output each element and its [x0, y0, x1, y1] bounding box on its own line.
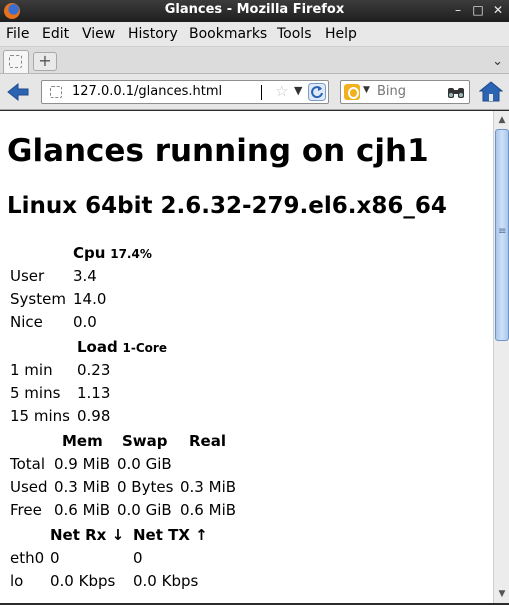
- navigation-toolbar: ☆ ▼ ▼: [0, 74, 509, 110]
- cpu-title: Cpu: [73, 244, 106, 262]
- url-input[interactable]: [72, 84, 272, 99]
- load-title: Load: [77, 338, 118, 356]
- engine-dropdown-icon[interactable]: ▼: [363, 85, 370, 95]
- real-header: Real: [189, 432, 226, 450]
- cpu-label-system: System: [10, 290, 66, 308]
- net-label-eth0: eth0: [10, 549, 45, 567]
- cpu-header: Cpu 17.4%: [73, 244, 152, 262]
- minimize-button[interactable]: –: [449, 1, 467, 19]
- mem-label-used: Used: [10, 478, 48, 496]
- net-tx-eth0: 0: [133, 549, 143, 567]
- swap-total: 0.0 GiB: [117, 455, 172, 473]
- menu-view[interactable]: View: [82, 26, 115, 42]
- tab-strip: + ⌄: [0, 47, 509, 74]
- search-bar[interactable]: ▼: [340, 80, 470, 104]
- load-header: Load 1-Core: [77, 338, 167, 356]
- scroll-down-icon[interactable]: ▼: [495, 587, 509, 601]
- swap-free: 0.0 GiB: [117, 501, 172, 519]
- load-value-5min: 1.13: [77, 384, 111, 402]
- binoculars-search-icon[interactable]: [447, 84, 465, 100]
- new-tab-button[interactable]: +: [33, 52, 57, 71]
- mem-free: 0.6 MiB: [54, 501, 111, 519]
- list-all-tabs-icon[interactable]: ⌄: [492, 54, 503, 69]
- menu-bookmarks[interactable]: Bookmarks: [189, 26, 267, 42]
- mem-label-total: Total: [10, 455, 46, 473]
- mem-header: Mem: [62, 432, 103, 450]
- mem-total: 0.9 MiB: [54, 455, 111, 473]
- tab-glances[interactable]: [3, 50, 29, 73]
- net-rx-eth0: 0: [50, 549, 60, 567]
- url-bar[interactable]: ☆ ▼: [41, 80, 329, 104]
- window-title: Glances - Mozilla Firefox: [164, 2, 345, 17]
- swap-used: 0 Bytes: [117, 478, 174, 496]
- window-titlebar: Glances - Mozilla Firefox – □ ✕: [0, 0, 509, 22]
- system-info: Linux 64bit 2.6.32-279.el6.x86_64: [7, 193, 447, 219]
- mem-used: 0.3 MiB: [54, 478, 111, 496]
- reload-icon[interactable]: [308, 83, 326, 101]
- load-cores: 1-Core: [122, 341, 167, 355]
- net-rx-header: Net Rx ↓: [50, 526, 125, 544]
- cpu-total: 17.4%: [110, 247, 152, 261]
- net-tx-header: Net TX ↑: [133, 526, 208, 544]
- scroll-up-icon[interactable]: ▲: [495, 113, 509, 127]
- swap-header: Swap: [122, 432, 168, 450]
- menu-bar: File Edit View History Bookmarks Tools H…: [0, 22, 509, 47]
- menu-tools[interactable]: Tools: [277, 26, 312, 42]
- text-caret: [261, 85, 262, 100]
- menu-help[interactable]: Help: [325, 26, 357, 42]
- close-button[interactable]: ✕: [489, 1, 507, 19]
- load-value-1min: 0.23: [77, 361, 111, 379]
- mem-label-free: Free: [10, 501, 42, 519]
- maximize-button[interactable]: □: [469, 1, 487, 19]
- load-label-5min: 5 mins: [10, 384, 61, 402]
- load-value-15min: 0.98: [77, 407, 111, 425]
- menu-file[interactable]: File: [6, 26, 29, 42]
- net-rx-lo: 0.0 Kbps: [50, 572, 116, 590]
- scroll-thumb[interactable]: [495, 129, 509, 341]
- search-input[interactable]: [377, 84, 443, 99]
- cpu-label-user: User: [10, 267, 45, 285]
- back-arrow-icon[interactable]: [6, 82, 30, 102]
- page-icon: [9, 55, 22, 68]
- load-label-15min: 15 mins: [10, 407, 70, 425]
- net-tx-lo: 0.0 Kbps: [133, 572, 199, 590]
- site-identity-icon[interactable]: [50, 86, 62, 98]
- vertical-scrollbar[interactable]: ▲ ▼: [493, 111, 509, 603]
- bing-engine-icon[interactable]: [344, 84, 360, 100]
- home-icon[interactable]: [479, 80, 503, 102]
- cpu-value-user: 3.4: [73, 267, 97, 285]
- page-content: Glances running on cjh1 Linux 64bit 2.6.…: [0, 111, 493, 603]
- page-title: Glances running on cjh1: [7, 133, 429, 169]
- cpu-label-nice: Nice: [10, 313, 43, 331]
- menu-history[interactable]: History: [128, 26, 178, 42]
- real-used: 0.3 MiB: [180, 478, 237, 496]
- load-label-1min: 1 min: [10, 361, 53, 379]
- real-free: 0.6 MiB: [180, 501, 237, 519]
- bookmark-star-icon[interactable]: ☆: [275, 82, 288, 100]
- menu-edit[interactable]: Edit: [42, 26, 69, 42]
- url-history-dropdown-icon[interactable]: ▼: [294, 84, 302, 97]
- cpu-value-system: 14.0: [73, 290, 107, 308]
- net-label-lo: lo: [10, 572, 24, 590]
- cpu-value-nice: 0.0: [73, 313, 97, 331]
